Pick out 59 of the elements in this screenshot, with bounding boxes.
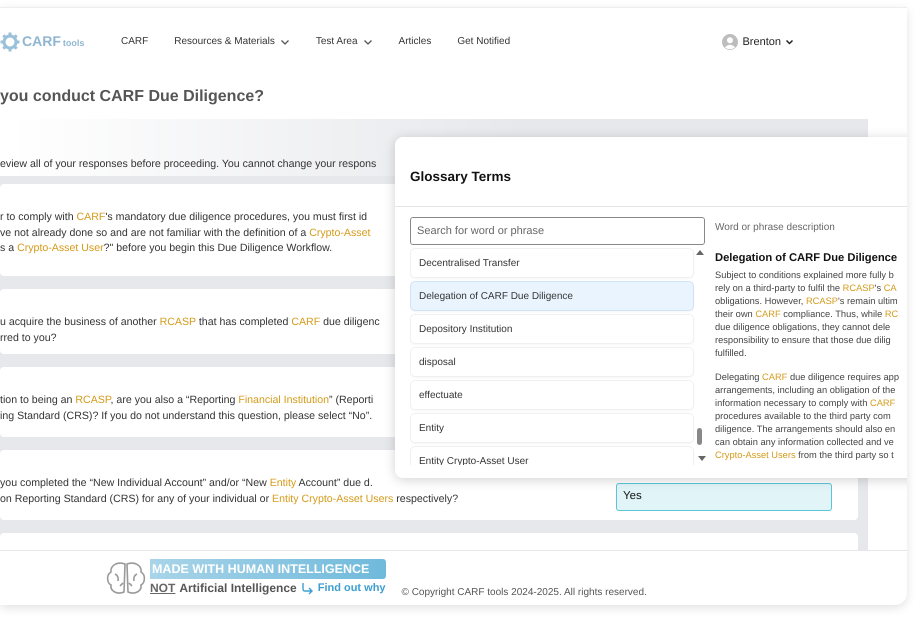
description-text: Subject to conditions explained more fully b rely on a third-party to fulfil the RCASP's CA obligations. However, RCASP's remain ultim their own CARF compliance. Thus, while RC due diligence obligations, they cannot dele responsibility to ensure that those due dilig fulfilled. (715, 269, 900, 360)
glossary-link[interactable]: CARF (755, 309, 781, 320)
nav-link[interactable]: CARF (121, 34, 148, 50)
nav-link[interactable]: Articles (398, 34, 432, 50)
glossary-link[interactable]: Crypto-Asset (309, 226, 370, 239)
term-item[interactable]: effectuate (410, 380, 694, 410)
nav-link[interactable]: Resources & Materials (174, 34, 290, 50)
scroll-up-icon (694, 248, 704, 257)
question-text: r to comply with CARF's mandatory due diligence procedures, you must first id ve not already done so and are not familiar with the definition of a Crypto-Asset s a Crypto-Asset User?" before you begin this Due Diligence Workflow. (0, 210, 370, 256)
glossary-link[interactable]: RCASP (160, 316, 196, 328)
glossary-link[interactable]: CARF (762, 372, 788, 382)
copyright-text: © Copyright CARF tools 2024-2025. All rights reserved. (402, 586, 647, 600)
glossary-link[interactable]: CARF (291, 316, 320, 328)
search-field[interactable]: Search for word or phrase (410, 217, 705, 245)
glossary-link[interactable]: RCASP (806, 296, 838, 306)
glossary-link[interactable]: Crypto-Asset Users (715, 450, 796, 460)
glossary-link[interactable]: Entity Crypto-Asset Users (272, 492, 394, 505)
question-text: you completed the “New Individual Account” and/or “New Entity Account” due d. on Reporting Standard (CRS) for any of your individual or Entity Crypto-Asset Users respectively? (0, 476, 458, 507)
page-title: you conduct CARF Due Diligence? (0, 86, 266, 107)
glossary-link[interactable]: CARF (870, 398, 896, 408)
answer-field[interactable]: Yes (616, 482, 832, 511)
brain-icon (105, 560, 147, 596)
glossary-link[interactable]: Financial Institution (238, 394, 330, 406)
badge-emphasis: NOT (150, 580, 176, 598)
description-label: Word or phrase description (715, 221, 836, 235)
term-item[interactable]: Entity (410, 413, 694, 443)
logo-text: CARF (22, 32, 61, 52)
term-item[interactable]: disposal (410, 347, 694, 377)
badge-headline: MADE WITH HUMAN INTELLIGENCE (150, 558, 386, 580)
glossary-link[interactable]: CA (884, 283, 897, 294)
glossary-link[interactable]: RCASP (842, 283, 875, 294)
glossary-link[interactable]: RC (884, 309, 898, 320)
scroll-down-icon (697, 454, 707, 463)
term-heading: Delegation of CARF Due Diligence (715, 252, 898, 266)
nav-link[interactable]: Get Notified (457, 34, 510, 50)
notice-text: eview all of your responses before proceeding. You cannot change your respons (0, 157, 376, 172)
dialog-title: Glossary Terms (410, 169, 512, 186)
scrollbar-thumb[interactable] (697, 428, 702, 445)
caret-icon (362, 38, 373, 46)
caret-icon (785, 38, 794, 46)
term-item[interactable]: Delegation of CARF Due Diligence (410, 281, 694, 311)
glossary-link[interactable]: RCASP (75, 394, 111, 406)
description-text: Delegating CARF due diligence requires app arrangements, including an obligation of the information necessary to comply with CARF procedures available to the third party com diligence. The arrangements should also en can obtain any information collected and ve Crypto-Asset Users from the third party so t (715, 371, 900, 462)
find-out-link[interactable]: Find out why (318, 580, 386, 597)
glossary-link[interactable]: CARF (76, 210, 106, 223)
user-menu[interactable]: Brenton (722, 34, 794, 50)
nav-link[interactable]: Test Area (316, 34, 373, 50)
gear-icon (0, 32, 20, 52)
term-item[interactable]: Decentralised Transfer (410, 248, 694, 278)
term-item[interactable]: Depository Institution (410, 314, 694, 344)
question-text: tion to being an RCASP, are you also a “Reporting Financial Institution” (Reporti ing Standard (CRS)? If you do not understand this question, please select “No”. (0, 392, 374, 424)
arrow-icon (300, 582, 314, 595)
glossary-link[interactable]: Crypto-Asset User (17, 242, 104, 254)
glossary-link[interactable]: Entity (270, 476, 296, 489)
caret-icon (280, 38, 290, 46)
question-text: u acquire the business of another RCASP that has completed CARF due diligenc rred to you? (0, 314, 380, 346)
avatar-icon (722, 34, 738, 50)
logo-suffix: tools (62, 37, 84, 50)
badge-text: Artificial Intelligence (179, 580, 297, 598)
